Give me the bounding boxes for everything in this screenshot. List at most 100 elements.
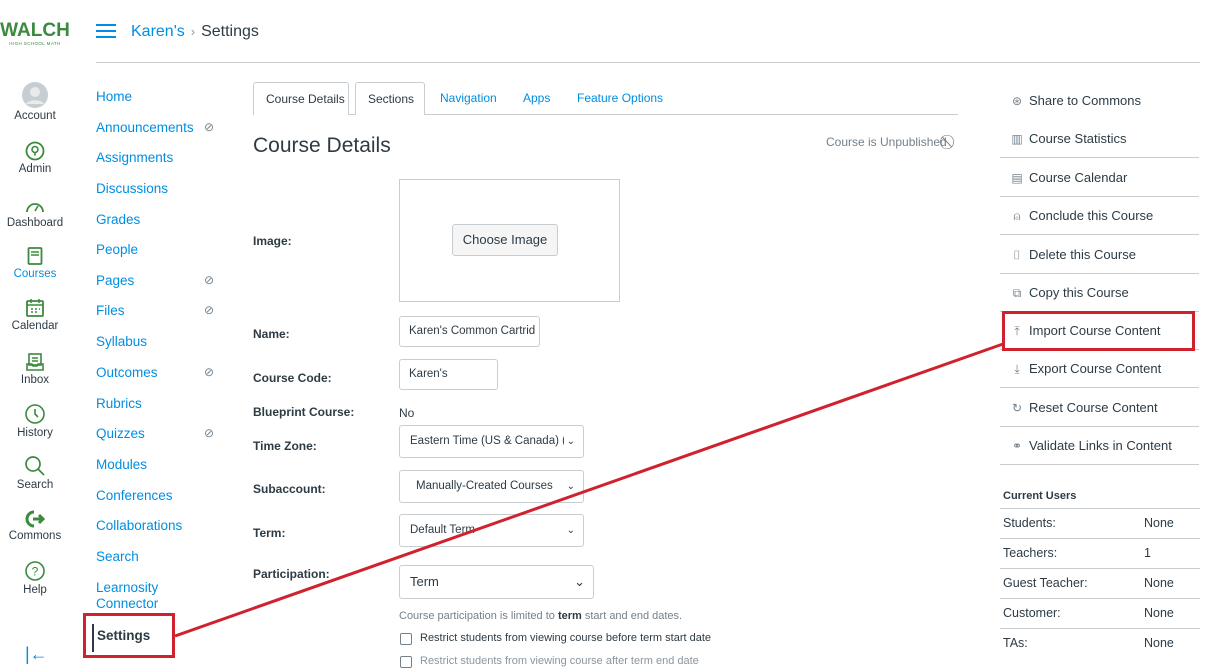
user-count: None [1144,606,1174,620]
hint-pre: Course participation is limited to [399,610,558,622]
breadcrumb-current: Settings [201,23,259,40]
course-nav-collaborations[interactable]: Collaborations [96,518,182,534]
global-nav-history[interactable]: History [0,403,70,439]
share-icon: ⊛ [1011,94,1023,108]
global-nav-help[interactable]: ? Help [0,560,70,596]
calendar-icon [26,299,44,317]
subaccount-select[interactable]: Manually-Created Courses ⌄ [399,470,584,503]
course-nav-search[interactable]: Search [96,549,139,565]
restrict-before-checkbox[interactable] [400,633,412,645]
chevron-down-icon: ⌄ [563,426,575,457]
current-users-row: Teachers: 1 [1000,538,1200,568]
conclude-course-button[interactable]: ⍝ Conclude this Course [1000,197,1199,235]
action-label: Reset Course Content [1029,400,1158,415]
global-nav-search[interactable]: Search [0,455,70,491]
breadcrumb-course-link[interactable]: Karen's [131,23,185,40]
copy-course-button[interactable]: ⧉ Copy this Course [1000,274,1199,312]
time-zone-value: Eastern Time (US & Canada) ( [410,435,566,447]
course-nav-grades[interactable]: Grades [96,212,140,228]
user-type: TAs: [1003,636,1028,650]
subaccount-value: Manually-Created Courses [416,480,553,492]
tab-navigation[interactable]: Navigation [428,82,509,115]
user-count: None [1144,516,1174,530]
restrict-after-label: Restrict students from viewing course af… [420,655,699,667]
search-icon [25,456,45,476]
blueprint-label: Blueprint Course: [253,405,355,419]
publish-status-text: Course is Unpublished [826,135,947,149]
current-users-row: Students: None [1000,508,1200,538]
restrict-before-label: Restrict students from viewing course be… [420,632,712,644]
global-nav-label: Inbox [20,374,50,386]
tab-course-details[interactable]: Course Details [253,82,349,115]
course-nav-pages[interactable]: Pages [96,273,134,289]
user-type: Customer: [1003,606,1061,620]
time-zone-select[interactable]: Eastern Time (US & Canada) ( ⌄ [399,425,584,458]
course-nav-announcements[interactable]: Announcements [96,120,194,136]
course-nav-home[interactable]: Home [96,89,132,105]
global-nav-label: Courses [13,268,57,280]
course-nav-syllabus[interactable]: Syllabus [96,334,147,350]
hidden-eye-icon: ⊘ [204,273,215,287]
reset-course-content-button[interactable]: ↻ Reset Course Content [1000,389,1199,427]
global-nav-inbox[interactable]: Inbox [0,352,70,386]
global-nav-calendar[interactable]: Calendar [0,298,70,332]
global-nav-commons[interactable]: Commons [0,510,70,542]
global-nav-courses[interactable]: Courses [0,246,70,280]
participation-value: Term [410,574,439,589]
course-nav-outcomes[interactable]: Outcomes [96,365,158,381]
global-nav-label: Dashboard [6,217,64,229]
hamburger-menu-icon[interactable] [96,24,116,42]
book-icon [27,247,43,265]
course-nav-learnosity[interactable]: Learnosity Connector [96,580,186,612]
logo[interactable]: WALCH HIGH SCHOOL MATH [0,20,70,46]
tab-apps[interactable]: Apps [511,82,562,115]
course-nav-assignments[interactable]: Assignments [96,150,173,166]
export-course-content-button[interactable]: ⤓ Export Course Content [1000,350,1199,388]
term-label: Term: [253,526,286,540]
blueprint-value: No [399,406,415,420]
current-users-title: Current Users [1003,490,1077,502]
tab-feature-options[interactable]: Feature Options [565,82,675,115]
help-icon: ? [25,561,45,581]
course-nav-discussions[interactable]: Discussions [96,181,168,197]
annotation-highlight-import [1002,311,1195,351]
shield-icon [25,141,45,161]
course-nav-files[interactable]: Files [96,303,125,319]
reset-icon: ↻ [1011,401,1023,415]
link-icon: ⚭ [1011,439,1023,453]
course-calendar-button[interactable]: ▤ Course Calendar [1000,159,1199,197]
course-nav-modules[interactable]: Modules [96,457,147,473]
global-nav-label: Help [23,584,47,596]
action-label: Conclude this Course [1029,208,1154,223]
course-nav-people[interactable]: People [96,242,138,258]
lock-icon: ⍝ [1013,209,1021,223]
course-name-input[interactable]: Karen's Common Cartrid [399,316,540,347]
breadcrumb: Karen's › Settings [131,23,259,41]
delete-course-button[interactable]: ⌷ Delete this Course [1000,236,1199,274]
restrict-after-checkbox[interactable] [400,656,412,668]
course-nav-conferences[interactable]: Conferences [96,488,173,504]
global-nav-admin[interactable]: Admin [0,141,70,175]
tab-sections[interactable]: Sections [355,82,425,115]
participation-select[interactable]: Term ⌄ [399,565,594,599]
page-title: Course Details [253,134,391,157]
global-nav-account[interactable]: Account [0,82,70,122]
user-count: None [1144,576,1174,590]
course-nav-rubrics[interactable]: Rubrics [96,396,142,412]
settings-tabs: Course Details Sections Navigation Apps … [253,82,958,115]
validate-links-button[interactable]: ⚭ Validate Links in Content [1000,427,1199,465]
share-to-commons-button[interactable]: ⊛ Share to Commons [1000,82,1199,120]
copy-icon: ⧉ [1012,286,1022,300]
user-type: Students: [1003,516,1056,530]
course-statistics-button[interactable]: ▥ Course Statistics [1000,120,1199,158]
choose-image-button[interactable]: Choose Image [452,224,558,256]
global-nav-dashboard[interactable]: Dashboard [0,197,70,229]
stats-icon: ▥ [1011,132,1023,146]
action-label: Delete this Course [1029,247,1136,262]
action-label: Export Course Content [1029,361,1162,376]
course-code-input[interactable]: Karen's [399,359,498,390]
term-select[interactable]: Default Term ⌄ [399,514,584,547]
svg-text:?: ? [32,565,39,579]
course-nav-quizzes[interactable]: Quizzes [96,426,145,442]
action-label: Share to Commons [1029,93,1141,108]
